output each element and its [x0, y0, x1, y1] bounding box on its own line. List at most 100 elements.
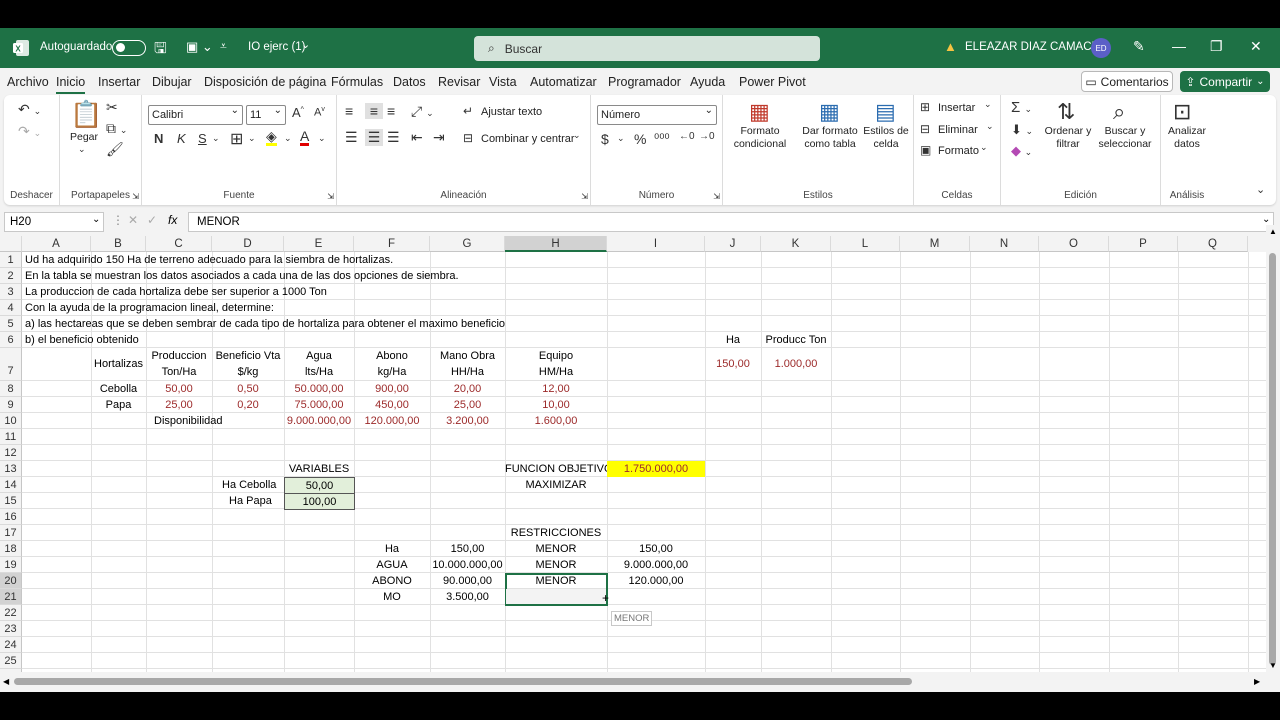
row-header[interactable]: 13: [0, 461, 22, 477]
fill-icon[interactable]: ⬇ ⌄: [1011, 122, 1033, 138]
increase-decimal-icon[interactable]: ←0: [679, 131, 695, 142]
chevron-down-icon[interactable]: ⌄: [92, 214, 100, 225]
column-header[interactable]: B: [91, 236, 146, 252]
format-cells-icon[interactable]: ▣: [920, 143, 931, 157]
merge-center-button[interactable]: Combinar y centrar: [481, 133, 575, 145]
row-header[interactable]: 15: [0, 493, 22, 509]
cell-g20[interactable]: 90.000,00: [430, 573, 505, 589]
tab-automatizar[interactable]: Automatizar: [530, 75, 597, 89]
cell-k6[interactable]: Producc Ton: [761, 332, 831, 348]
conditional-format-icon[interactable]: ▦: [749, 99, 770, 125]
clipboard-icon[interactable]: ▣ ⌄: [186, 39, 213, 55]
save-icon[interactable]: 🖫: [154, 38, 167, 63]
cut-icon[interactable]: ✂: [106, 99, 118, 116]
column-header[interactable]: I: [607, 236, 705, 252]
align-right-icon[interactable]: ☰: [387, 129, 400, 146]
row-header[interactable]: 18: [0, 541, 22, 557]
insert-cells-icon[interactable]: ⊞: [920, 100, 930, 114]
format-button[interactable]: Formato: [938, 145, 979, 157]
row-header[interactable]: 12: [0, 445, 22, 461]
cell-d15[interactable]: Ha Papa: [229, 493, 272, 509]
insert-button[interactable]: Insertar: [938, 102, 975, 114]
row-header[interactable]: 7: [0, 348, 22, 381]
column-header[interactable]: A: [22, 236, 91, 252]
decrease-decimal-icon[interactable]: →0: [699, 131, 715, 142]
cell-h7-line2[interactable]: HM/Ha: [505, 364, 607, 380]
cell-g7-line1[interactable]: Mano Obra: [430, 348, 505, 364]
cell-f7-line1[interactable]: Abono: [354, 348, 430, 364]
delete-button[interactable]: Eliminar: [938, 124, 978, 136]
cell-g21[interactable]: 3.500,00: [430, 589, 505, 605]
chevron-down-icon[interactable]: ⌄: [318, 133, 326, 144]
delete-cells-icon[interactable]: ⊟: [920, 122, 930, 136]
cell-j6[interactable]: Ha: [705, 332, 761, 348]
avatar[interactable]: ED: [1091, 38, 1111, 58]
font-size-select[interactable]: 11: [246, 102, 286, 125]
cell-i20[interactable]: 120.000,00: [607, 573, 705, 589]
share-button[interactable]: ⇪ Compartir ⌄: [1180, 71, 1270, 92]
cell-h7-line1[interactable]: Equipo: [505, 348, 607, 364]
cell-e10[interactable]: 9.000.000,00: [284, 413, 354, 429]
font-name-select[interactable]: Calibri: [148, 102, 243, 125]
cell-f18[interactable]: Ha: [354, 541, 430, 557]
cell-c7-line1[interactable]: Produccion: [146, 348, 212, 364]
cell-g18[interactable]: 150,00: [430, 541, 505, 557]
cancel-icon[interactable]: ✕: [128, 213, 138, 227]
cell-f7-line2[interactable]: kg/Ha: [354, 364, 430, 380]
horizontal-scrollbar[interactable]: ◀ ▶: [0, 672, 1266, 692]
cell-i18[interactable]: 150,00: [607, 541, 705, 557]
cell-e7-line2[interactable]: lts/Ha: [284, 364, 354, 380]
row-header[interactable]: 11: [0, 429, 22, 445]
paste-button[interactable]: Pegar: [66, 131, 102, 144]
align-top-icon[interactable]: ≡: [345, 103, 353, 119]
cell-b7[interactable]: Hortalizas: [91, 356, 146, 372]
cell-h9[interactable]: 10,00: [505, 397, 607, 413]
cell-f19[interactable]: AGUA: [354, 557, 430, 573]
chevron-down-icon[interactable]: ⌄: [986, 121, 994, 132]
dialog-launcher-icon[interactable]: ⇲: [327, 192, 334, 201]
file-name[interactable]: IO ejerc (1): [248, 41, 306, 53]
row-header[interactable]: 24: [0, 637, 22, 653]
tab-formulas[interactable]: Fórmulas: [331, 75, 383, 89]
chevron-down-icon[interactable]: ⌄: [248, 133, 256, 144]
row-header[interactable]: 9: [0, 397, 22, 413]
cell-c7-line2[interactable]: Ton/Ha: [146, 364, 212, 380]
chevron-down-icon[interactable]: ⌄: [980, 142, 988, 153]
chevron-down-icon[interactable]: ⌄: [617, 133, 625, 144]
find-select-icon[interactable]: ⌕: [1113, 99, 1125, 125]
cell-d8[interactable]: 0,50: [212, 381, 284, 397]
ribbon-collapse-icon[interactable]: ⌄: [1256, 183, 1265, 196]
format-painter-icon[interactable]: 🖌: [106, 141, 124, 158]
tab-datos[interactable]: Datos: [393, 75, 426, 89]
row-header[interactable]: 14: [0, 477, 22, 493]
cell-f8[interactable]: 900,00: [354, 381, 430, 397]
font-color-icon[interactable]: A: [300, 129, 310, 146]
cell-e14[interactable]: 50,00: [284, 477, 355, 494]
sort-filter-button[interactable]: Ordenar y filtrar: [1043, 125, 1093, 151]
cell-e8[interactable]: 50.000,00: [284, 381, 354, 397]
cell-f21[interactable]: MO: [354, 589, 430, 605]
redo-icon[interactable]: ↷ ⌄: [18, 123, 41, 140]
pen-icon[interactable]: ✎: [1133, 38, 1145, 55]
shrink-font-icon[interactable]: Av: [314, 106, 325, 119]
cell-e7-line1[interactable]: Agua: [284, 348, 354, 364]
row-header[interactable]: 3: [0, 284, 22, 300]
autosave-toggle[interactable]: [112, 40, 146, 56]
select-all-corner[interactable]: [0, 236, 22, 252]
comma-style-icon[interactable]: ⁰⁰⁰: [654, 131, 670, 147]
cell-h19[interactable]: MENOR: [505, 557, 607, 573]
autosum-icon[interactable]: Σ ⌄: [1011, 99, 1032, 116]
column-header[interactable]: E: [284, 236, 354, 252]
chevron-down-icon[interactable]: ⌄: [984, 99, 992, 110]
tab-programador[interactable]: Programador: [608, 75, 681, 89]
comments-button[interactable]: ▭ Comentarios: [1081, 71, 1173, 92]
cell-b9[interactable]: Papa: [91, 397, 146, 413]
cell-i13[interactable]: 1.750.000,00: [607, 461, 705, 477]
cell-g19[interactable]: 10.000.000,00: [430, 557, 505, 573]
enter-icon[interactable]: ✓: [147, 213, 157, 227]
cell-k7[interactable]: 1.000,00: [761, 356, 831, 372]
cell-f9[interactable]: 450,00: [354, 397, 430, 413]
cell-h17[interactable]: RESTRICCIONES: [505, 525, 607, 541]
cell-f10[interactable]: 120.000,00: [354, 413, 430, 429]
align-center-icon[interactable]: ☰: [365, 129, 383, 146]
